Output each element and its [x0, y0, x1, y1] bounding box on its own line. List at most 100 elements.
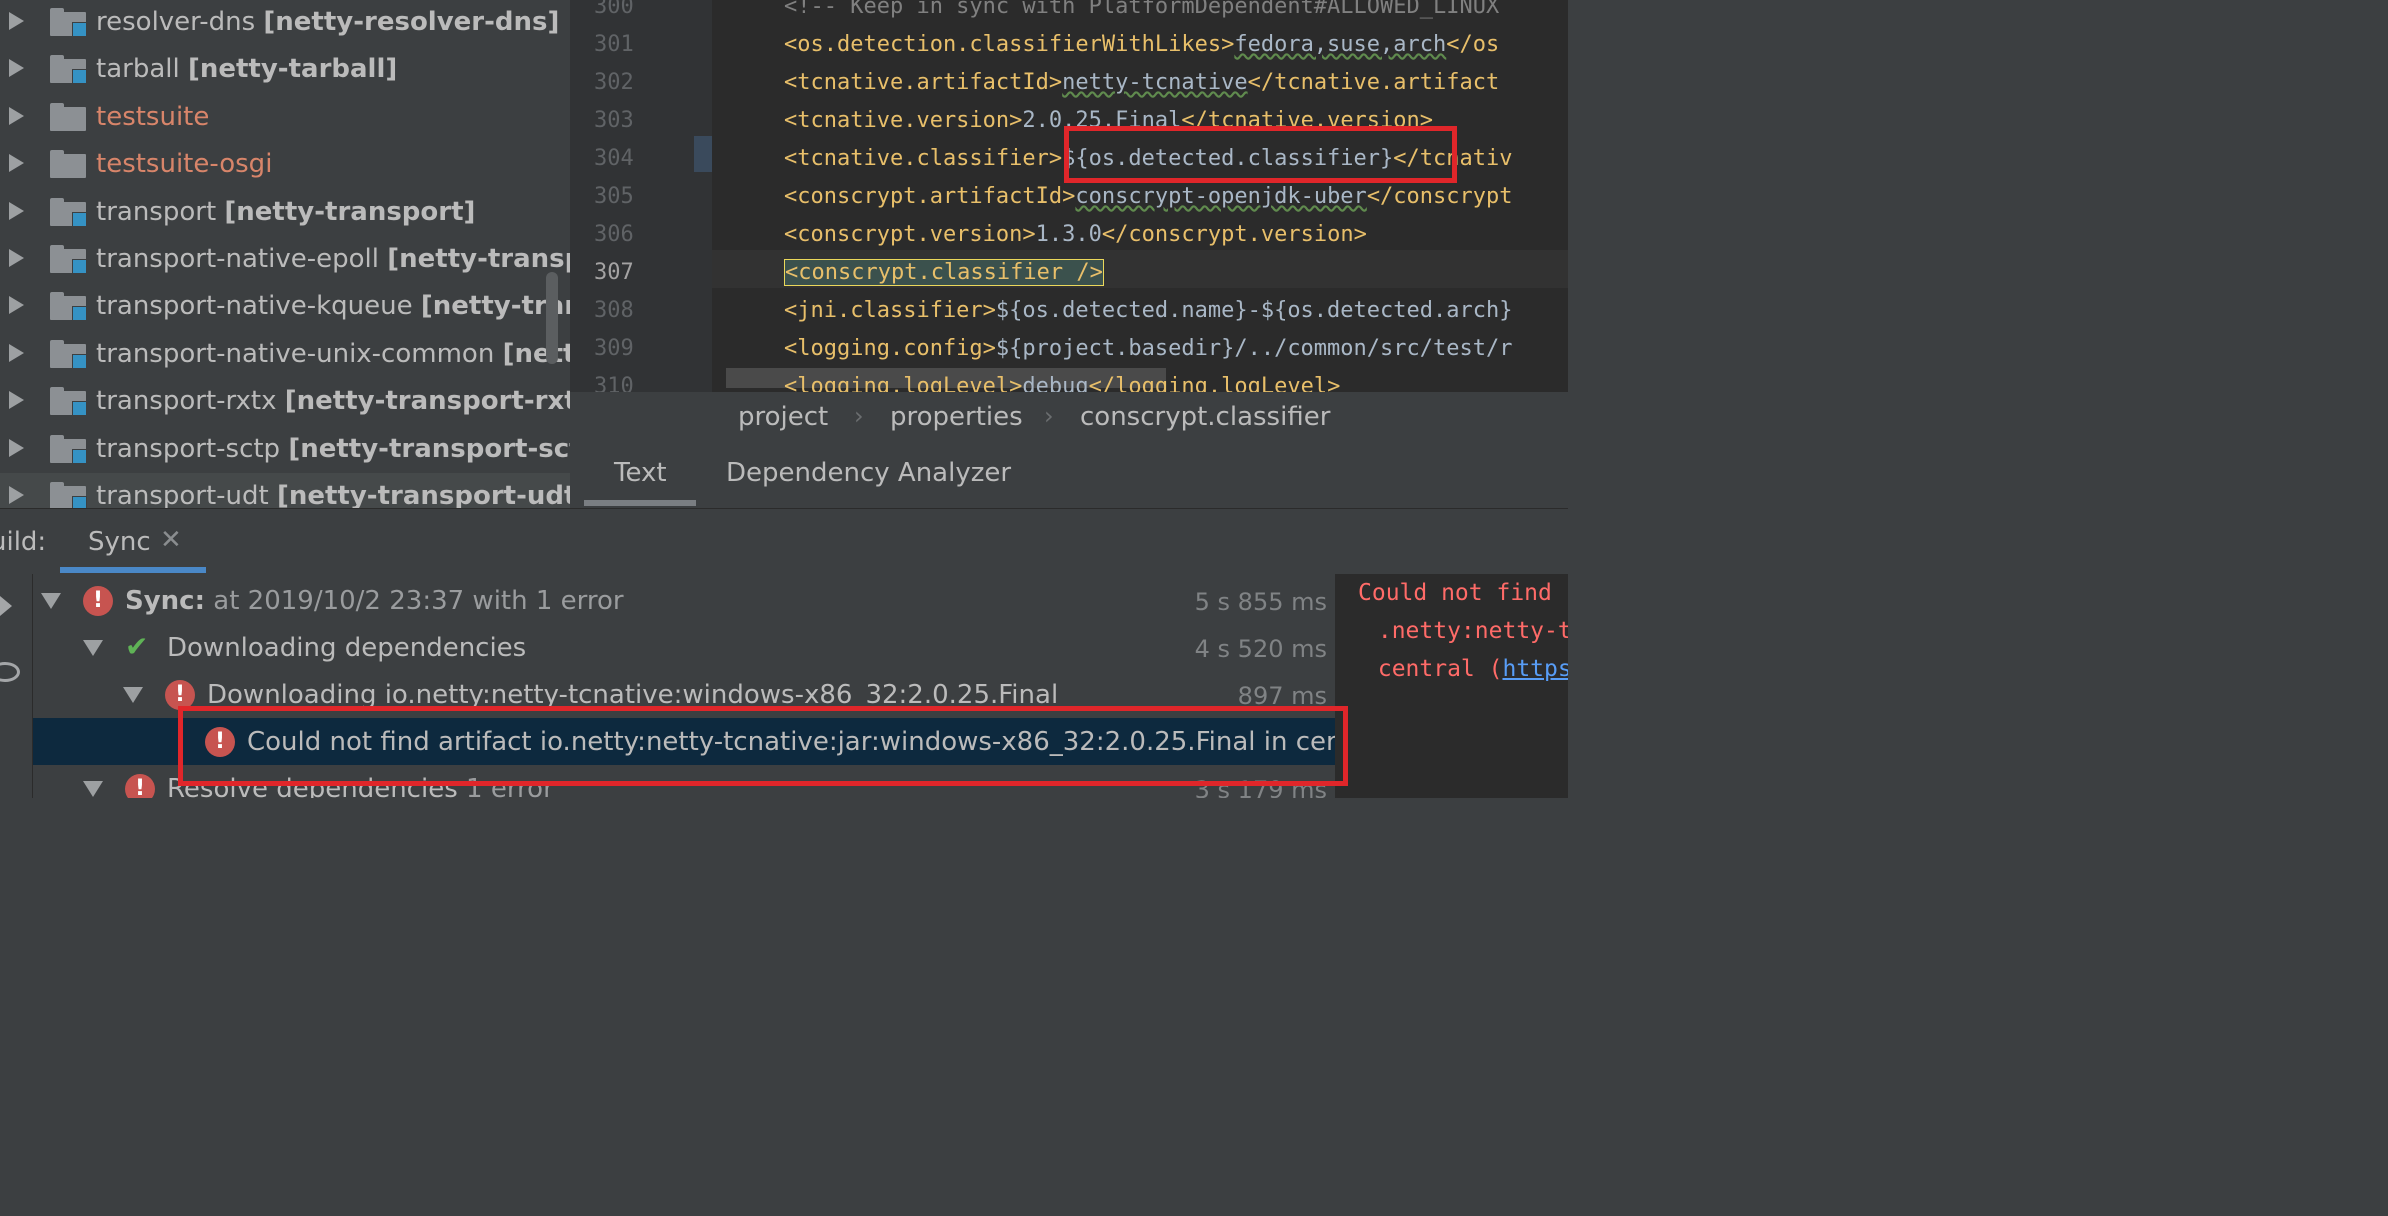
build-toolstrip	[0, 574, 33, 798]
module-name: transport-native-unix-common	[96, 338, 495, 369]
build-tree-row[interactable]: ! Could not find artifact io.netty:netty-…	[33, 718, 1335, 765]
line-number: 307	[594, 260, 634, 285]
tree-item[interactable]: transport-rxtx [netty-transport-rxtx]	[0, 378, 570, 425]
folder-icon	[50, 8, 87, 37]
console-link[interactable]: https	[1502, 656, 1568, 682]
build-row-label: Could not find artifact io.netty:netty-t…	[247, 727, 1335, 757]
tree-item[interactable]: resolver-dns [netty-resolver-dns]	[0, 0, 570, 46]
tab-dependency-analyzer[interactable]: Dependency Analyzer	[726, 458, 1011, 488]
rerun-icon[interactable]	[0, 596, 12, 616]
line-number: 304	[594, 146, 634, 171]
build-row-text: Sync: at 2019/10/2 23:37 with 1 error	[125, 586, 624, 616]
expand-arrow-icon[interactable]	[9, 486, 24, 504]
console-line: .netty:netty-t	[1364, 618, 1568, 644]
breadcrumb-properties[interactable]: properties	[890, 402, 1023, 432]
xml-value: ${project.basedir}/../common/src/test/r	[995, 336, 1513, 361]
expand-arrow-icon[interactable]	[9, 296, 24, 315]
code-line[interactable]: 308 <jni.classifier>${os.detected.name}-$…	[570, 292, 1568, 330]
expand-arrow-icon[interactable]	[9, 438, 24, 457]
tree-item[interactable]: transport-sctp [netty-transport-sctp]	[0, 426, 570, 473]
tree-item[interactable]: tarball [netty-tarball]	[0, 46, 570, 93]
line-number: 310	[594, 374, 634, 392]
breadcrumb-separator: ›	[1044, 402, 1054, 430]
tree-item[interactable]: transport-udt [netty-transport-udt]	[0, 473, 570, 508]
checkmark-icon: ✔	[125, 630, 149, 663]
tree-item-label: resolver-dns [netty-resolver-dns]	[96, 7, 559, 37]
expand-arrow-icon[interactable]	[9, 391, 24, 410]
tree-item[interactable]: transport-native-epoll [netty-transpo	[0, 236, 570, 283]
xml-open-tag: <tcnative.artifactId>	[784, 70, 1063, 95]
xml-value: ${os.detected.classifier}	[1062, 146, 1394, 171]
tab-sync[interactable]: Sync	[88, 527, 151, 557]
tree-item-label: transport-rxtx [netty-transport-rxtx]	[96, 386, 570, 416]
code-line[interactable]: 307 <conscrypt.classifier />	[570, 254, 1568, 292]
xml-value: fedora,suse,arch	[1234, 32, 1447, 57]
expand-arrow-icon[interactable]	[83, 640, 103, 656]
code-line[interactable]: 302 <tcnative.artifactId>netty-tcnative</…	[570, 64, 1568, 102]
tree-item-label: testsuite	[96, 102, 209, 132]
xml-open-tag: <logging.logLevel>	[784, 374, 1023, 392]
expand-arrow-icon[interactable]	[9, 343, 24, 362]
code-text: <os.detection.classifierWithLikes>fedora…	[784, 32, 1499, 57]
code-text: <tcnative.artifactId>netty-tcnative</tcn…	[784, 70, 1499, 95]
tree-item[interactable]: transport [netty-transport]	[0, 189, 570, 236]
xml-open-tag: <conscrypt.artifactId>	[784, 184, 1076, 209]
expand-arrow-icon[interactable]	[123, 687, 143, 703]
breadcrumb-conscrypt-classifier[interactable]: conscrypt.classifier	[1080, 402, 1330, 432]
tree-scrollbar[interactable]	[546, 272, 558, 364]
expand-arrow-icon[interactable]	[9, 59, 24, 78]
code-line[interactable]: 305 <conscrypt.artifactId>conscrypt-openj…	[570, 178, 1568, 216]
close-icon[interactable]: ✕	[160, 525, 182, 555]
build-console-output[interactable]: Could not find .netty:netty-t central (h…	[1336, 574, 1568, 798]
xml-value: conscrypt-openjdk-uber	[1075, 184, 1367, 209]
breadcrumb-separator: ›	[854, 402, 864, 430]
code-text: <tcnative.classifier>${os.detected.class…	[784, 146, 1513, 171]
tree-item[interactable]: testsuite	[0, 94, 570, 141]
expand-arrow-icon[interactable]	[9, 106, 24, 125]
code-text: <logging.logLevel>debug</logging.logLeve…	[784, 374, 1340, 392]
folder-icon	[50, 150, 86, 179]
tree-item[interactable]: transport-native-unix-common [netty	[0, 331, 570, 378]
code-line[interactable]: 303 <tcnative.version>2.0.25.Final</tcnat…	[570, 102, 1568, 140]
expand-arrow-icon[interactable]	[9, 12, 24, 30]
tab-text[interactable]: Text	[614, 458, 667, 488]
build-tree-row[interactable]: ! Sync: at 2019/10/2 23:37 with 1 error 5 …	[33, 577, 1335, 624]
folder-icon	[50, 245, 87, 274]
tree-item-label: testsuite-osgi	[96, 149, 272, 179]
xml-value: 1.3.0	[1035, 222, 1102, 247]
tree-item-label: transport-native-epoll [netty-transpo	[96, 244, 570, 274]
code-text: <logging.config>${project.basedir}/../co…	[784, 336, 1512, 361]
code-text: <conscrypt.classifier />	[784, 259, 1104, 286]
build-tree-row[interactable]: ! Resolve dependencies 1 error 3 s 179 ms	[33, 765, 1335, 798]
code-text: <!-- Keep in sync with PlatformDependent…	[784, 0, 1499, 19]
code-line[interactable]: 306 <conscrypt.version>1.3.0</conscrypt.v…	[570, 216, 1568, 254]
eye-icon[interactable]	[0, 662, 20, 682]
breadcrumb-project[interactable]: project	[738, 402, 828, 432]
expand-arrow-icon[interactable]	[9, 249, 24, 267]
tree-item[interactable]: testsuite-osgi	[0, 141, 570, 188]
xml-editor[interactable]: 300 <!-- Keep in sync with PlatformDepend…	[570, 0, 1568, 392]
xml-open-tag: <conscrypt.version>	[784, 222, 1036, 247]
error-icon: !	[83, 586, 113, 616]
expand-arrow-icon[interactable]	[9, 154, 24, 173]
xml-close-tag: </tcnativ	[1393, 146, 1513, 171]
expand-arrow-icon[interactable]	[9, 201, 24, 220]
code-line[interactable]: 304 <tcnative.classifier>${os.detected.cl…	[570, 140, 1568, 178]
build-tree-row[interactable]: ✔ Downloading dependencies 4 s 520 ms	[33, 624, 1335, 671]
code-line[interactable]: 301 <os.detection.classifierWithLikes>fed…	[570, 26, 1568, 64]
folder-icon	[50, 434, 87, 464]
build-row-text: Could not find artifact io.netty:netty-t…	[247, 727, 1335, 757]
build-row-duration: 3 s 179 ms	[1194, 776, 1327, 798]
expand-arrow-icon[interactable]	[41, 593, 61, 609]
tree-item[interactable]: transport-native-kqueue [netty-trans	[0, 283, 570, 330]
build-tree-row[interactable]: ! Downloading io.netty:netty-tcnative:win…	[33, 671, 1335, 718]
build-row-label: Downloading dependencies	[167, 633, 527, 663]
code-line[interactable]: 300 <!-- Keep in sync with PlatformDepend…	[570, 0, 1568, 26]
build-row-text: Downloading io.netty:netty-tcnative:wind…	[207, 680, 1058, 710]
code-line[interactable]: 310 <logging.logLevel>debug</logging.logL…	[570, 368, 1568, 392]
code-line[interactable]: 309 <logging.config>${project.basedir}/..…	[570, 330, 1568, 368]
build-row-detail: at 2019/10/2 23:37 with 1 error	[205, 586, 624, 616]
module-name: transport-sctp	[96, 433, 281, 464]
expand-arrow-icon[interactable]	[83, 781, 103, 797]
module-artifact: [netty-transport-rxtx]	[284, 386, 570, 417]
